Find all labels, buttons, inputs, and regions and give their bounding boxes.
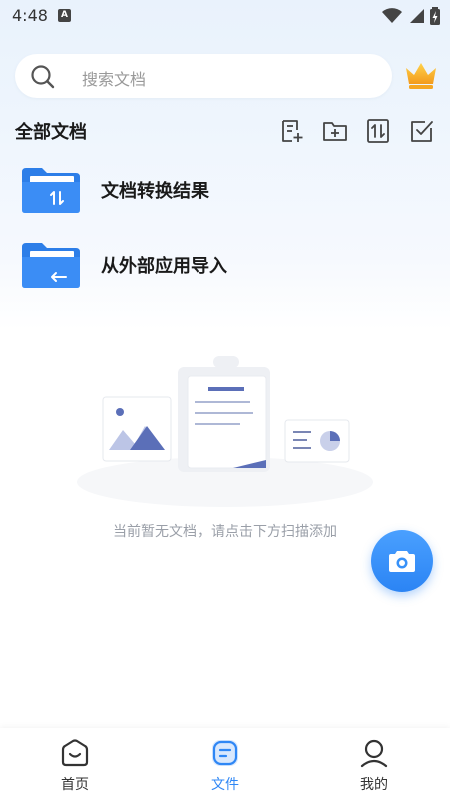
select-icon[interactable] bbox=[409, 118, 435, 144]
search-icon bbox=[31, 65, 55, 89]
new-folder-icon[interactable] bbox=[322, 118, 348, 144]
search-bar[interactable]: 搜索文档 bbox=[15, 54, 392, 98]
notification-icon: A bbox=[58, 9, 71, 22]
folder-import-icon bbox=[22, 243, 80, 288]
section-title: 全部文档 bbox=[15, 122, 87, 143]
nav-files-label: 文件 bbox=[211, 777, 239, 793]
nav-home-label: 首页 bbox=[61, 777, 89, 793]
search-placeholder: 搜索文档 bbox=[82, 70, 147, 89]
bottom-nav: 首页 文件 我的 bbox=[0, 728, 450, 801]
home-icon bbox=[61, 739, 89, 767]
profile-icon bbox=[360, 739, 388, 768]
folder-item-convert-results[interactable]: 文档转换结果 bbox=[0, 160, 450, 220]
battery-icon bbox=[430, 7, 440, 25]
vip-crown-icon[interactable] bbox=[403, 58, 439, 92]
folder-convert-icon bbox=[22, 168, 80, 213]
wifi-icon bbox=[382, 8, 402, 23]
folder-label: 从外部应用导入 bbox=[101, 256, 227, 277]
empty-state-illustration bbox=[77, 356, 373, 507]
new-document-icon[interactable] bbox=[279, 118, 305, 144]
status-time: 4:48 bbox=[12, 6, 48, 25]
nav-profile[interactable]: 我的 bbox=[319, 728, 429, 801]
files-icon bbox=[212, 740, 238, 766]
folder-item-external-import[interactable]: 从外部应用导入 bbox=[0, 235, 450, 295]
nav-home[interactable]: 首页 bbox=[20, 728, 130, 801]
camera-scan-button[interactable] bbox=[371, 530, 433, 592]
sort-icon[interactable] bbox=[365, 118, 391, 144]
status-icons bbox=[382, 6, 440, 26]
nav-profile-label: 我的 bbox=[360, 777, 388, 793]
status-bar: 4:48 A bbox=[0, 0, 450, 32]
nav-files[interactable]: 文件 bbox=[170, 728, 280, 801]
folder-label: 文档转换结果 bbox=[101, 181, 209, 202]
signal-icon bbox=[410, 9, 424, 23]
camera-icon bbox=[389, 551, 415, 572]
